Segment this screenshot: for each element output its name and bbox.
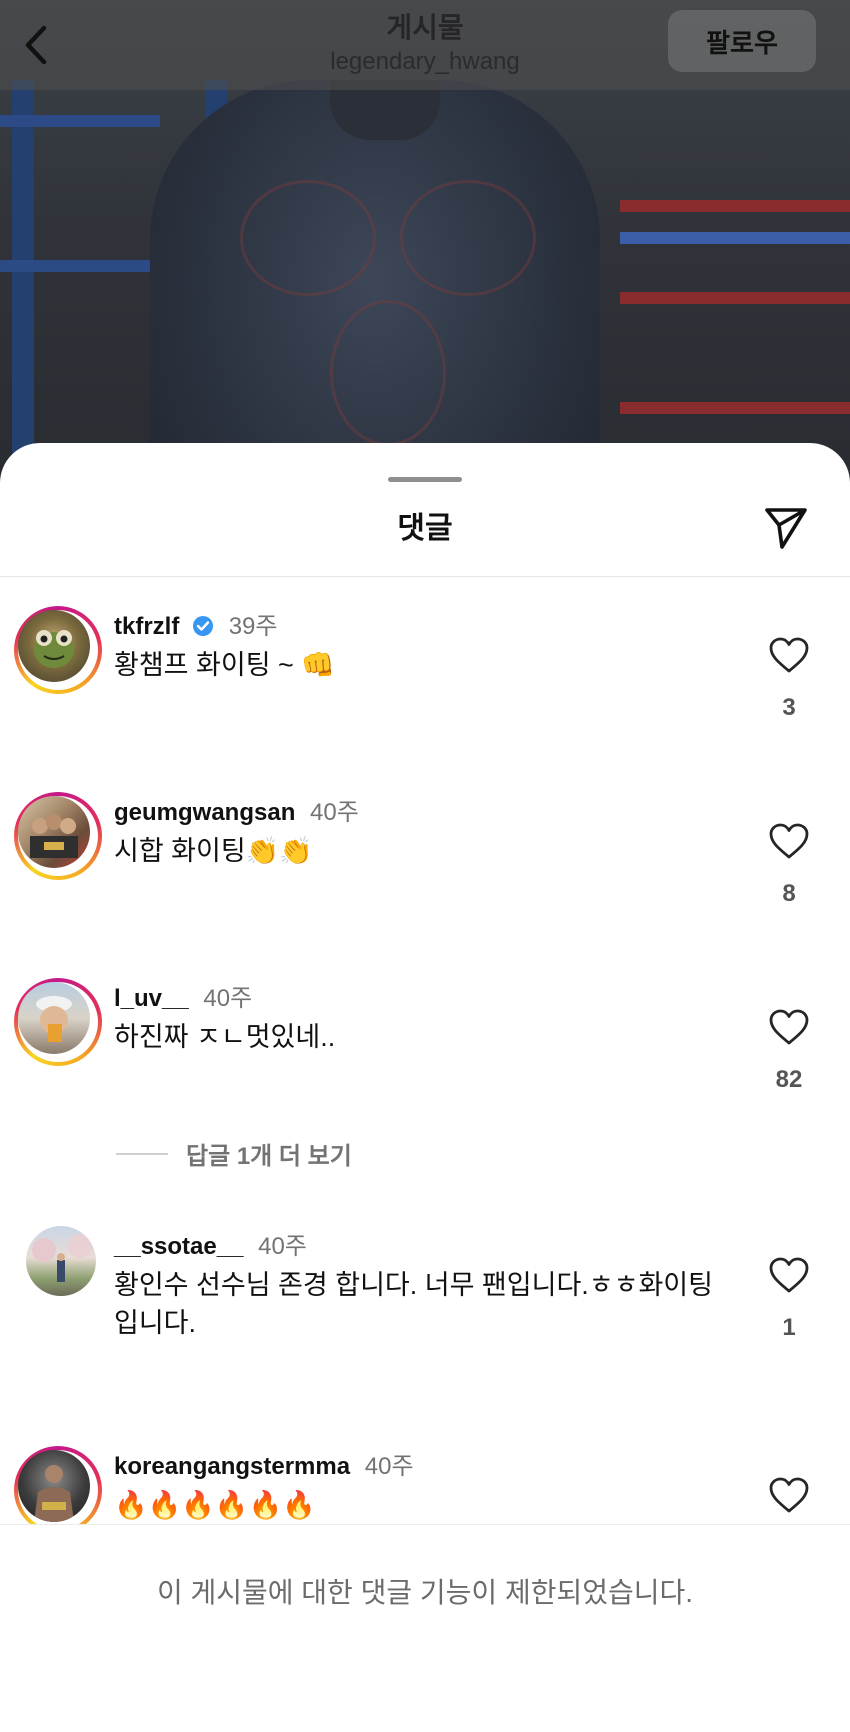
comment-age: 40주: [258, 1233, 307, 1260]
outdoor-photo-avatar-icon: [32, 1234, 92, 1282]
comment-username[interactable]: koreangangstermma: [114, 1453, 350, 1480]
ring-rope: [620, 232, 850, 244]
like-count: 8: [782, 880, 796, 907]
comment-text: 황챔프 화이팅 ~ 👊: [114, 650, 335, 680]
post-header: 게시물 legendary_hwang 팔로우: [0, 0, 850, 90]
avatar[interactable]: [14, 792, 102, 880]
comment-header: koreangangstermma 40주: [114, 1446, 414, 1481]
comments-restricted-notice: 이 게시물에 대한 댓글 기능이 제한되었습니다.: [156, 1577, 694, 1608]
comment-username[interactable]: l_uv__: [114, 985, 189, 1012]
view-replies-button[interactable]: 답글 1개 더 보기: [116, 1136, 352, 1171]
ring-rope: [620, 292, 850, 304]
comment-age: 39주: [228, 613, 278, 640]
heart-outline-icon[interactable]: [768, 1256, 810, 1294]
comment-age: 40주: [364, 1453, 414, 1480]
like-count: 1: [782, 1314, 796, 1341]
verified-badge-icon: [193, 616, 214, 636]
sheet-grabber[interactable]: [388, 477, 462, 482]
selfie-avatar-icon: [36, 996, 72, 1042]
avatar[interactable]: [14, 606, 102, 694]
paper-plane-icon[interactable]: [762, 503, 810, 551]
tattoo-pattern: [400, 180, 536, 296]
ring-rope: [620, 200, 850, 212]
comment-username[interactable]: geumgwangsan: [114, 799, 295, 826]
avatar[interactable]: [26, 1226, 96, 1296]
comments-restricted-footer: 이 게시물에 대한 댓글 기능이 제한되었습니다.: [0, 1524, 850, 1732]
ring-rope: [620, 402, 850, 414]
heart-outline-icon[interactable]: [768, 636, 810, 674]
comment-text: 황인수 선수님 존경 합니다. 너무 팬입니다.ㅎㅎ화이팅 입니다.: [114, 1270, 713, 1338]
like-count: 3: [782, 694, 796, 721]
tattoo-pattern: [240, 180, 376, 296]
group-photo-avatar-icon: [30, 814, 78, 858]
comment-header: geumgwangsan 40주: [114, 792, 359, 827]
fighter-avatar-icon: [34, 1465, 74, 1522]
like-count: 82: [775, 1066, 803, 1093]
view-replies-label: 답글 1개 더 보기: [186, 1143, 352, 1170]
comment-header: tkfrzlf 39주: [114, 606, 277, 641]
sheet-title: 댓글: [397, 512, 453, 545]
divider: [0, 576, 850, 577]
comment-text: 하진짜 ㅈㄴ멋있네..: [114, 1022, 336, 1052]
comment-age: 40주: [310, 799, 359, 826]
replies-line: [116, 1152, 168, 1155]
heart-outline-icon[interactable]: [768, 1476, 810, 1514]
heart-outline-icon[interactable]: [768, 822, 810, 860]
heart-outline-icon[interactable]: [768, 1008, 810, 1046]
comment-username[interactable]: tkfrzlf: [114, 613, 179, 640]
comment-header: l_uv__ 40주: [114, 978, 252, 1013]
comment-username[interactable]: __ssotae__: [114, 1233, 243, 1260]
ring-rope: [0, 115, 160, 127]
comment-text: 🔥🔥🔥🔥🔥🔥: [114, 1490, 316, 1520]
comment-age: 40주: [203, 985, 253, 1012]
frog-avatar-icon: [34, 630, 74, 668]
follow-button[interactable]: 팔로우: [668, 10, 816, 72]
avatar[interactable]: [14, 978, 102, 1066]
ring-rope: [0, 260, 150, 272]
avatar[interactable]: [14, 1446, 102, 1534]
tattoo-pattern: [330, 300, 446, 446]
comment-text: 시합 화이팅👏👏: [114, 836, 313, 866]
comment-header: __ssotae__ 40주: [114, 1226, 307, 1261]
